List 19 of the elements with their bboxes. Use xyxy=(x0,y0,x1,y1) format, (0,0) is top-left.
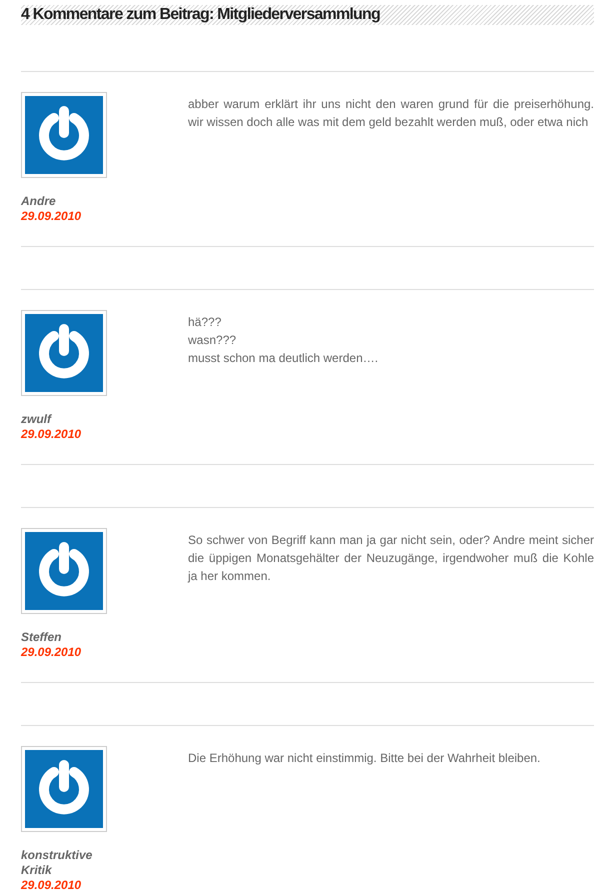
avatar-icon xyxy=(21,528,107,614)
comment-text: wasn??? xyxy=(188,332,238,349)
comment-author: Andre xyxy=(21,194,57,209)
comment-author: zwulf xyxy=(21,412,53,427)
avatar-icon xyxy=(21,92,107,178)
comment-text: So schwer von Begriff kann man ja gar nicht sein, oder? Andre meint sicher die üppigen Monatsgehälter der Neuzugänge, irgendwoher muß die Kohle ja her kommen. xyxy=(188,532,594,585)
comment-text: hä??? xyxy=(188,314,222,331)
comment-date: 29.09.2010 xyxy=(21,645,82,660)
comment-text: Die Erhöhung war nicht einstimmig. Bitte bei der Wahrheit bleiben. xyxy=(188,750,542,767)
comment-text: musst schon ma deutlich werden…. xyxy=(188,350,380,367)
comment-date: 29.09.2010 xyxy=(21,209,82,224)
avatar-icon xyxy=(21,746,107,832)
avatar-icon xyxy=(21,310,107,396)
comment-text: abber warum erklärt ihr uns nicht den waren grund für die preiserhöhung. wir wissen doch alle was mit dem geld bezahlt werden muß, oder etwa nich xyxy=(188,96,594,131)
comment-author: Steffen xyxy=(21,630,62,645)
comment-author: konstruktive Kritik xyxy=(21,848,94,878)
comment-date: 29.09.2010 xyxy=(21,427,82,442)
section-heading: 4 Kommentare zum Beitrag: Mitgliederversammlung xyxy=(21,5,594,25)
comment-date: 29.09.2010 xyxy=(21,878,82,892)
